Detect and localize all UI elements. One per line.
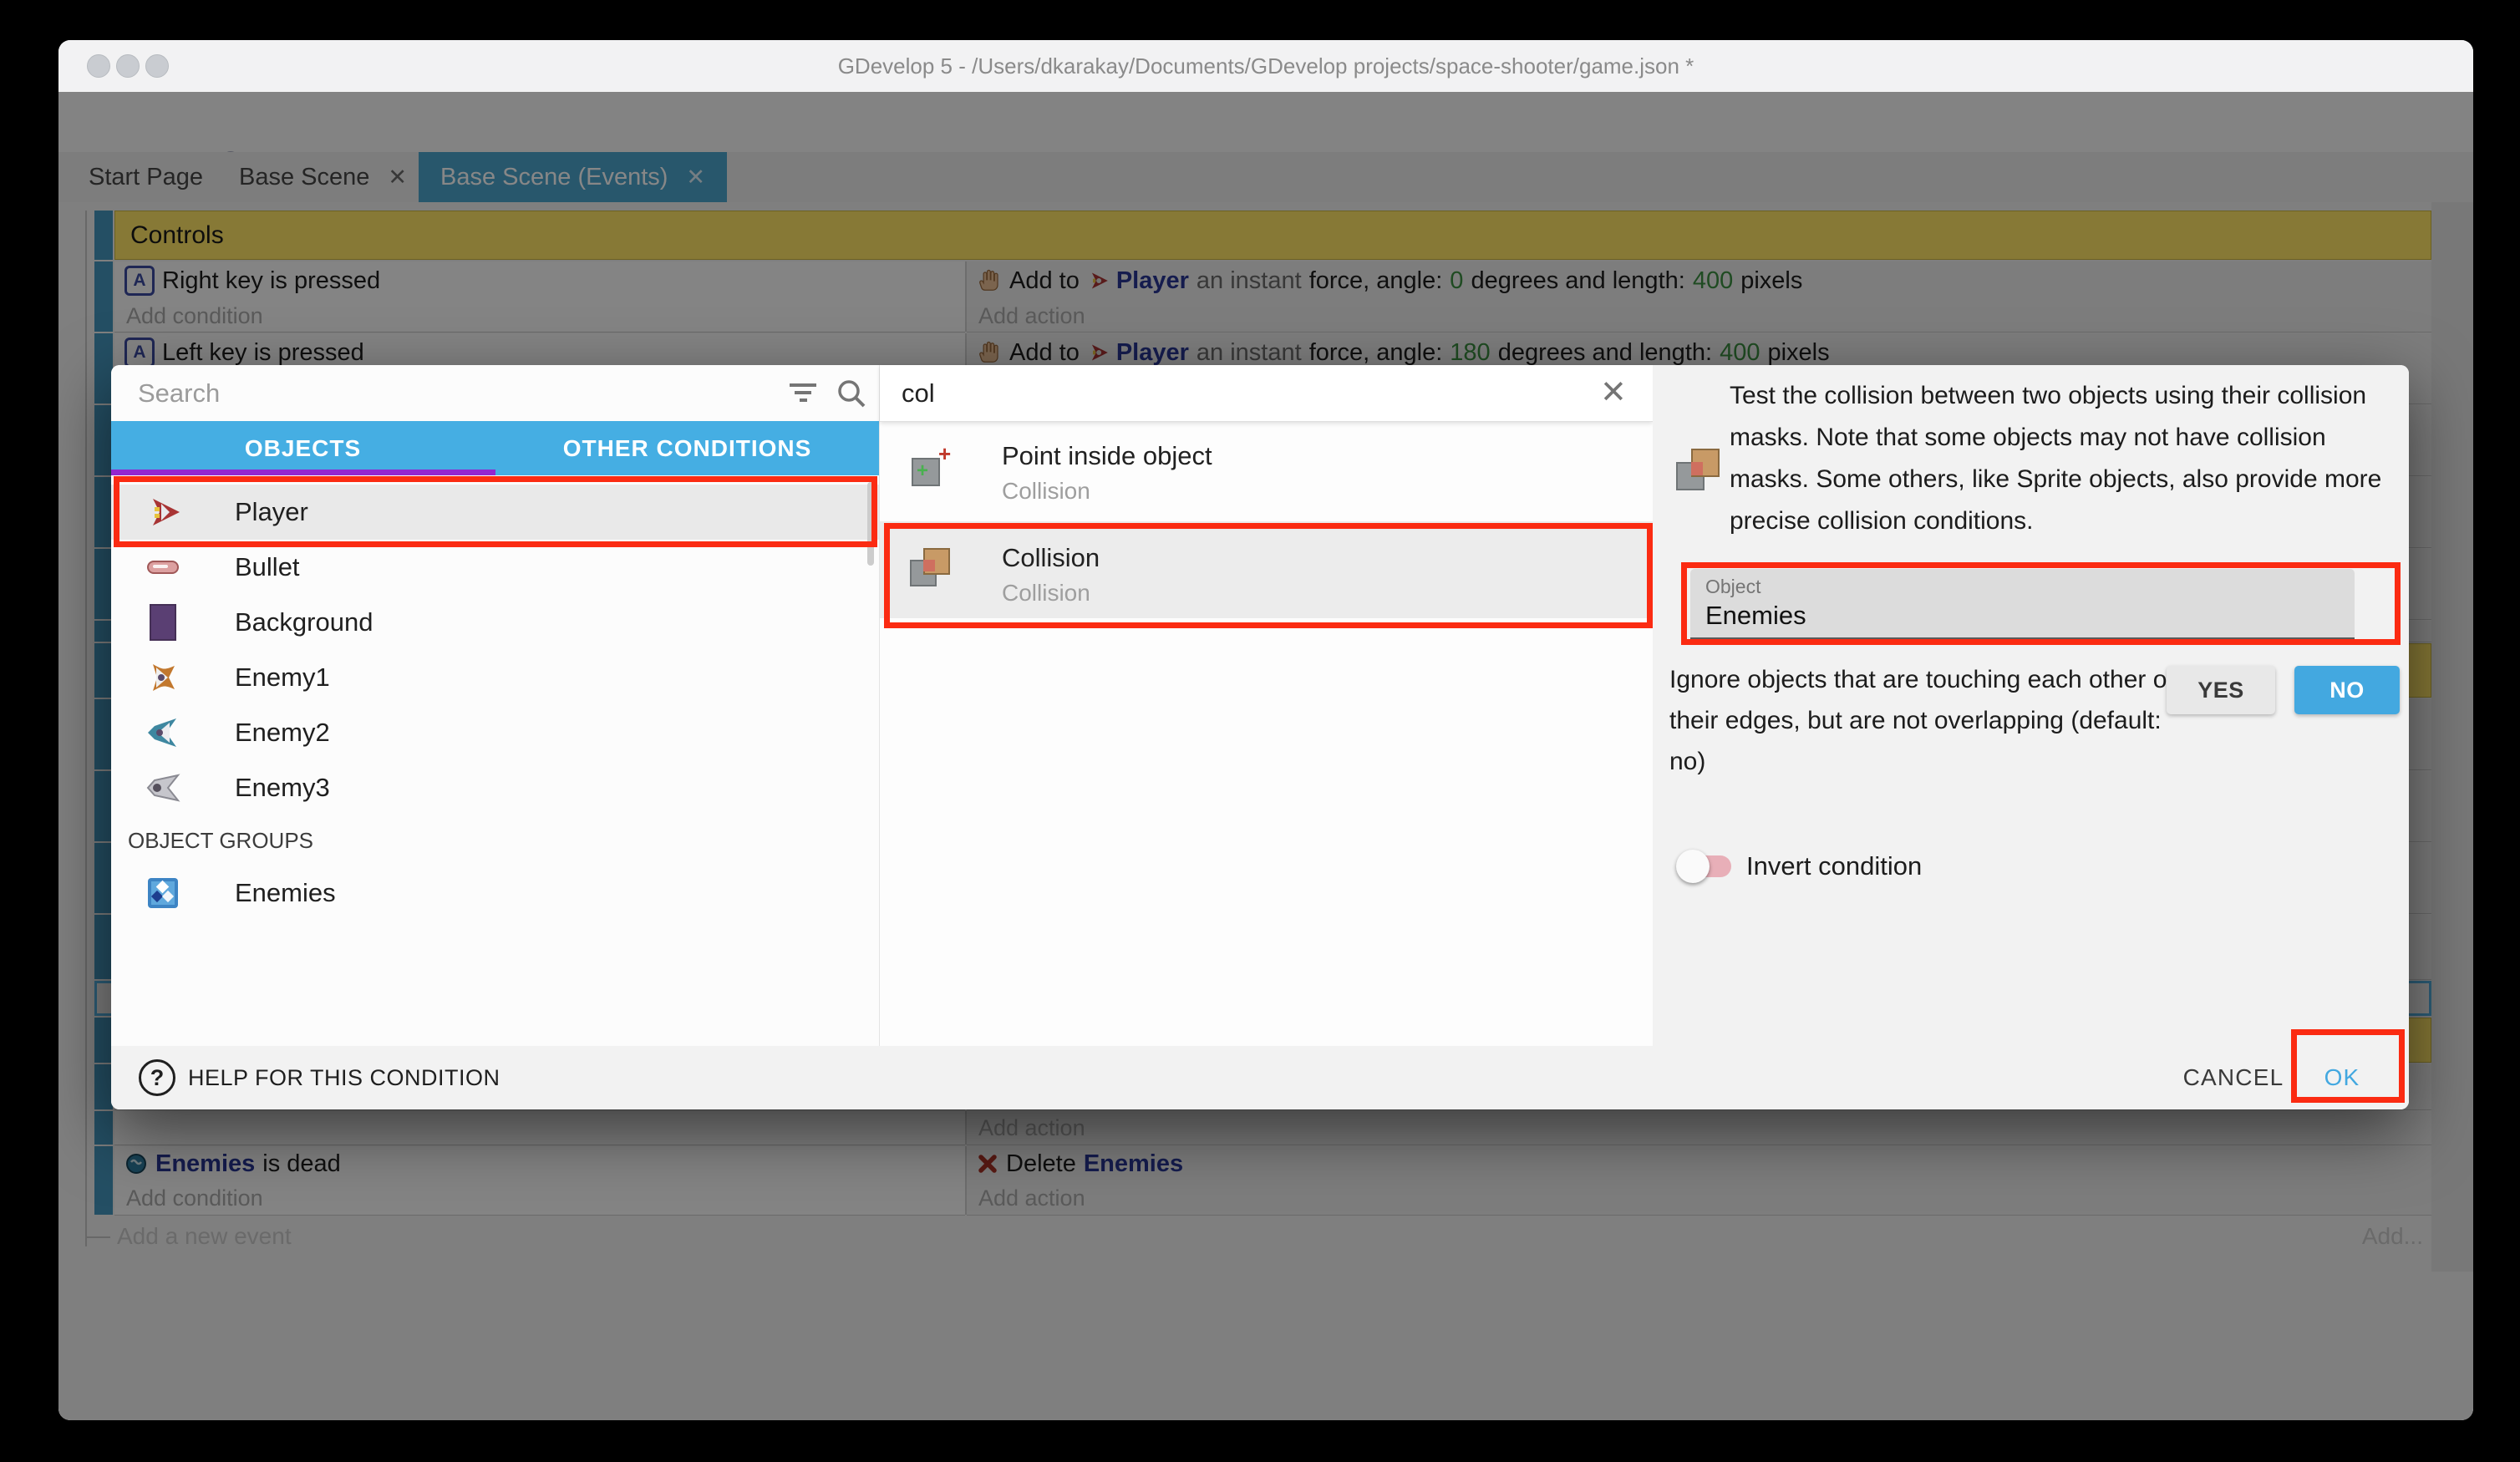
object-item-background[interactable]: Background xyxy=(111,595,879,650)
clear-search-icon[interactable]: ✕ xyxy=(1600,365,1627,421)
point-inside-object-icon: + + xyxy=(910,446,952,488)
bullet-icon xyxy=(145,549,181,586)
annotation-box-collision xyxy=(884,523,1653,628)
annotation-box-player xyxy=(114,476,877,547)
help-icon: ? xyxy=(139,1059,175,1096)
filter-icon[interactable] xyxy=(790,383,816,402)
help-link[interactable]: HELP FOR THIS CONDITION xyxy=(188,1046,500,1109)
result-item-point-inside[interactable]: + + Point inside object Collision xyxy=(880,428,1653,515)
result-title: Point inside object xyxy=(1002,441,1212,471)
tab-objects[interactable]: OBJECTS xyxy=(111,421,495,475)
enemy2-ship-icon xyxy=(145,714,181,751)
object-item-enemy2[interactable]: Enemy2 xyxy=(111,705,879,760)
search-field[interactable]: col ✕ xyxy=(880,365,1653,422)
window-title: GDevelop 5 - /Users/dkarakay/Documents/G… xyxy=(58,40,2473,92)
dialog-detail-panel: Test the collision between two objects u… xyxy=(1653,365,2409,1046)
object-item-enemy1[interactable]: Enemy1 xyxy=(111,650,879,705)
dialog-left-panel: Search OBJECTS OTHER CONDITIONS Player B… xyxy=(111,365,879,1046)
object-groups-header: OBJECT GROUPS xyxy=(128,815,313,866)
search-input[interactable]: Search xyxy=(138,365,220,421)
group-item-enemies[interactable]: Enemies xyxy=(111,866,879,921)
ignore-touching-label: Ignore objects that are touching each ot… xyxy=(1669,659,2183,782)
search-glass-icon[interactable] xyxy=(835,377,868,410)
invert-condition-toggle[interactable] xyxy=(1676,848,1735,885)
enemy3-ship-icon xyxy=(145,769,181,806)
dialog-tabs: OBJECTS OTHER CONDITIONS xyxy=(111,421,879,475)
enemies-group-icon xyxy=(145,875,181,911)
invert-condition-label: Invert condition xyxy=(1746,851,1922,881)
collision-icon xyxy=(1676,449,1721,494)
yes-button[interactable]: YES xyxy=(2167,666,2275,714)
dialog-results-panel: col ✕ + + Point inside object Collision xyxy=(879,365,1653,1046)
result-subtitle: Collision xyxy=(1002,478,1090,505)
enemy1-ship-icon xyxy=(145,659,181,696)
app-window: GDevelop 5 - /Users/dkarakay/Documents/G… xyxy=(58,40,2473,1420)
active-tab-underline xyxy=(111,470,495,475)
annotation-box-object-field xyxy=(1681,562,2401,645)
search-value[interactable]: col xyxy=(902,365,935,421)
dialog-footer: ? HELP FOR THIS CONDITION CANCEL OK xyxy=(111,1046,2409,1109)
tab-other-conditions[interactable]: OTHER CONDITIONS xyxy=(495,421,879,475)
background-icon xyxy=(145,604,181,641)
object-item-enemy3[interactable]: Enemy3 xyxy=(111,760,879,815)
annotation-box-ok xyxy=(2291,1029,2405,1103)
condition-description: Test the collision between two objects u… xyxy=(1730,375,2398,542)
titlebar: GDevelop 5 - /Users/dkarakay/Documents/G… xyxy=(58,40,2473,93)
object-item-bullet[interactable]: Bullet xyxy=(111,540,879,595)
no-button[interactable]: NO xyxy=(2294,666,2400,714)
